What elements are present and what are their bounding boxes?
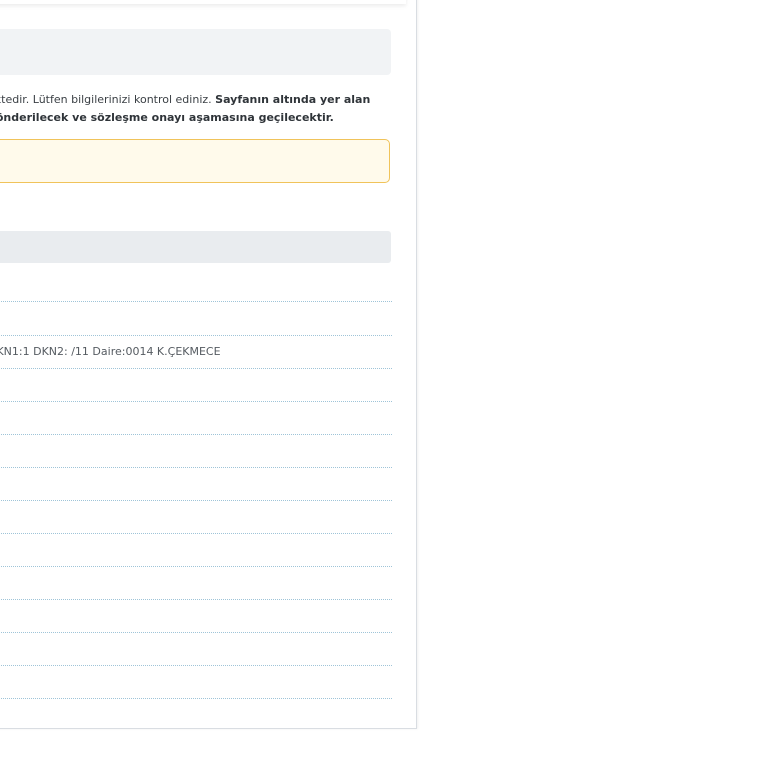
detail-row — [0, 534, 392, 567]
content-panel: ektedir. Lütfen bilgilerinizi kontrol ed… — [0, 0, 417, 729]
info-paragraph: ektedir. Lütfen bilgilerinizi kontrol ed… — [0, 91, 393, 127]
detail-row — [0, 302, 392, 336]
detail-row — [0, 567, 392, 600]
section-header-bar — [0, 231, 391, 263]
warning-alert-box — [0, 139, 390, 183]
page-viewport: ektedir. Lütfen bilgilerinizi kontrol ed… — [0, 0, 768, 768]
detail-row — [0, 633, 392, 666]
detail-row — [0, 600, 392, 633]
detail-row — [0, 501, 392, 534]
info-text-normal: ektedir. Lütfen bilgilerinizi kontrol ed… — [0, 93, 216, 106]
info-text-bold-1: Sayfanın altında yer alan — [215, 93, 371, 106]
page-header-bar — [0, 29, 391, 75]
detail-row — [0, 369, 392, 402]
detail-row-address: DKN1:1 DKN2: /11 Daire:0014 K.ÇEKMECE — [0, 336, 392, 369]
info-line-2: gönderilecek ve sözleşme onayı aşamasına… — [0, 109, 393, 127]
info-text-bold-2: gönderilecek ve sözleşme onayı aşamasına… — [0, 111, 334, 124]
detail-row — [0, 402, 392, 435]
top-card-edge — [0, 0, 406, 4]
detail-row — [0, 269, 392, 302]
detail-row — [0, 468, 392, 501]
info-line-1: ektedir. Lütfen bilgilerinizi kontrol ed… — [0, 91, 393, 109]
detail-row — [0, 435, 392, 468]
details-list: DKN1:1 DKN2: /11 Daire:0014 K.ÇEKMECE — [0, 269, 392, 699]
detail-row — [0, 666, 392, 699]
